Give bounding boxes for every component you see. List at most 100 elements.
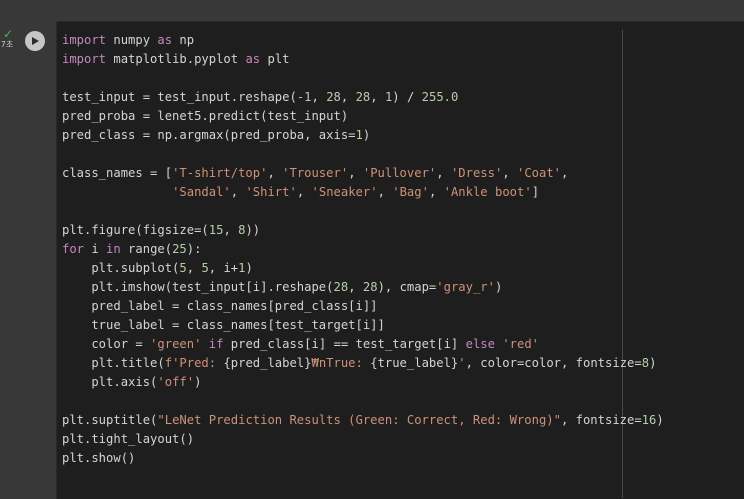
code-token: , bbox=[267, 166, 283, 180]
code-token: f'Pred: bbox=[164, 356, 224, 370]
code-token: plt.tight_layout() bbox=[62, 432, 195, 446]
code-token: , bbox=[428, 185, 444, 199]
code-line[interactable]: true_label = class_names[test_target[i]] bbox=[62, 316, 664, 335]
code-token: ) bbox=[362, 128, 371, 142]
code-token: {true_label} bbox=[370, 356, 459, 370]
code-line[interactable]: plt.tight_layout() bbox=[62, 430, 664, 449]
code-token: 1 bbox=[355, 128, 363, 142]
code-token: class_names = [ bbox=[62, 166, 173, 180]
code-token: ) / bbox=[392, 90, 422, 104]
code-token: 'Coat' bbox=[517, 166, 562, 180]
code-token: , bbox=[348, 166, 363, 180]
code-token: ) bbox=[494, 280, 503, 294]
code-line[interactable]: import matplotlib.pyplot as plt bbox=[62, 50, 664, 69]
code-line[interactable]: pred_class = np.argmax(pred_proba, axis=… bbox=[62, 126, 664, 145]
code-token: 5 bbox=[201, 261, 209, 275]
code-line[interactable] bbox=[62, 392, 664, 411]
code-line[interactable]: plt.axis('off') bbox=[62, 373, 664, 392]
code-token: , bbox=[296, 185, 312, 199]
code-line[interactable]: plt.figure(figsize=(15, 8)) bbox=[62, 221, 664, 240]
code-token: import bbox=[62, 33, 107, 47]
code-token: , bbox=[370, 90, 385, 104]
code-token: 'Ankle boot' bbox=[443, 185, 532, 199]
code-token: i bbox=[84, 242, 107, 256]
notebook-toolbar bbox=[0, 0, 744, 21]
cell-gutter bbox=[0, 21, 56, 499]
code-token: pred_class[i] == test_target[i] bbox=[223, 337, 466, 351]
code-token: 28 bbox=[326, 90, 341, 104]
code-token: numpy bbox=[106, 33, 158, 47]
code-token: ): bbox=[186, 242, 202, 256]
code-token: , bbox=[186, 261, 202, 275]
code-token: 28 bbox=[362, 280, 378, 294]
run-cell-button[interactable] bbox=[25, 31, 45, 51]
code-token: 'Bag' bbox=[392, 185, 429, 199]
code-token: np bbox=[172, 33, 195, 47]
code-token: , bbox=[230, 185, 246, 199]
play-icon bbox=[32, 37, 39, 45]
code-line[interactable] bbox=[62, 202, 664, 221]
code-token: plt.show() bbox=[62, 451, 136, 465]
code-token: test_input = test_input.reshape( bbox=[62, 90, 297, 104]
code-line[interactable]: plt.suptitle("LeNet Prediction Results (… bbox=[62, 411, 664, 430]
code-token: , bbox=[340, 90, 356, 104]
code-line[interactable]: plt.subplot(5, 5, i+1) bbox=[62, 259, 664, 278]
code-line[interactable]: test_input = test_input.reshape(-1, 28, … bbox=[62, 88, 664, 107]
execution-status: ✓ 7초 bbox=[0, 28, 16, 50]
code-content[interactable]: import numpy as np import matplotlib.pypl… bbox=[62, 31, 664, 468]
code-token: 16 bbox=[641, 413, 657, 427]
code-token: plt.imshow(test_input[i].reshape( bbox=[62, 280, 334, 294]
code-line[interactable]: class_names = ['T-shirt/top', 'Trouser',… bbox=[62, 164, 664, 183]
code-token: ₩nTrue: bbox=[311, 356, 371, 370]
code-line[interactable]: plt.imshow(test_input[i].reshape(28, 28)… bbox=[62, 278, 664, 297]
code-line[interactable] bbox=[62, 69, 664, 88]
code-token: as bbox=[157, 33, 173, 47]
code-token: 8 bbox=[641, 356, 650, 370]
code-token: pred_proba = lenet5.predict(test_input) bbox=[62, 109, 349, 123]
code-token: , i+ bbox=[208, 261, 239, 275]
code-token: import bbox=[62, 52, 107, 66]
code-token: for bbox=[62, 242, 85, 256]
code-line[interactable]: import numpy as np bbox=[62, 31, 664, 50]
code-token: 'Trouser' bbox=[282, 166, 349, 180]
code-token: color = bbox=[62, 337, 151, 351]
code-token: else bbox=[465, 337, 495, 351]
code-token: 15 bbox=[208, 223, 224, 237]
code-line[interactable]: plt.title(f'Pred: {pred_label}₩nTrue: {t… bbox=[62, 354, 664, 373]
code-token: 'red' bbox=[502, 337, 539, 351]
code-token: plt.figure(figsize=( bbox=[62, 223, 209, 237]
code-token: 'Sneaker' bbox=[311, 185, 378, 199]
code-line[interactable]: pred_label = class_names[pred_class[i]] bbox=[62, 297, 664, 316]
code-token: , bbox=[348, 280, 363, 294]
code-line[interactable]: plt.show() bbox=[62, 449, 664, 468]
code-token: in bbox=[106, 242, 121, 256]
code-line[interactable]: for i in range(25): bbox=[62, 240, 664, 259]
code-token: , bbox=[311, 90, 327, 104]
code-token: 'Pullover' bbox=[362, 166, 437, 180]
code-token: ] bbox=[531, 185, 540, 199]
code-token: 25 bbox=[172, 242, 187, 256]
code-line[interactable] bbox=[62, 145, 664, 164]
code-line[interactable]: color = 'green' if pred_class[i] == test… bbox=[62, 335, 664, 354]
code-token: matplotlib.pyplot bbox=[106, 52, 246, 66]
code-token: range( bbox=[120, 242, 173, 256]
code-token: true_label = class_names[test_target[i]] bbox=[62, 318, 385, 332]
code-token: 'Sandal' bbox=[172, 185, 231, 199]
code-token: , bbox=[223, 223, 239, 237]
code-line[interactable]: 'Sandal', 'Shirt', 'Sneaker', 'Bag', 'An… bbox=[62, 183, 664, 202]
code-token: if bbox=[208, 337, 224, 351]
code-token: 'Shirt' bbox=[245, 185, 297, 199]
check-icon: ✓ bbox=[2, 27, 14, 41]
code-token: ) bbox=[245, 261, 253, 275]
code-token: plt.subplot( bbox=[62, 261, 180, 275]
code-token: 5 bbox=[179, 261, 187, 275]
code-token: ) bbox=[194, 375, 202, 389]
code-token: , bbox=[502, 166, 517, 180]
code-token: , fontsize= bbox=[560, 413, 642, 427]
code-token: 28 bbox=[355, 90, 371, 104]
code-token: ), cmap= bbox=[377, 280, 437, 294]
code-token: pred_class = np.argmax(pred_proba, axis= bbox=[62, 128, 356, 142]
code-line[interactable]: pred_proba = lenet5.predict(test_input) bbox=[62, 107, 664, 126]
code-token: plt bbox=[260, 52, 290, 66]
